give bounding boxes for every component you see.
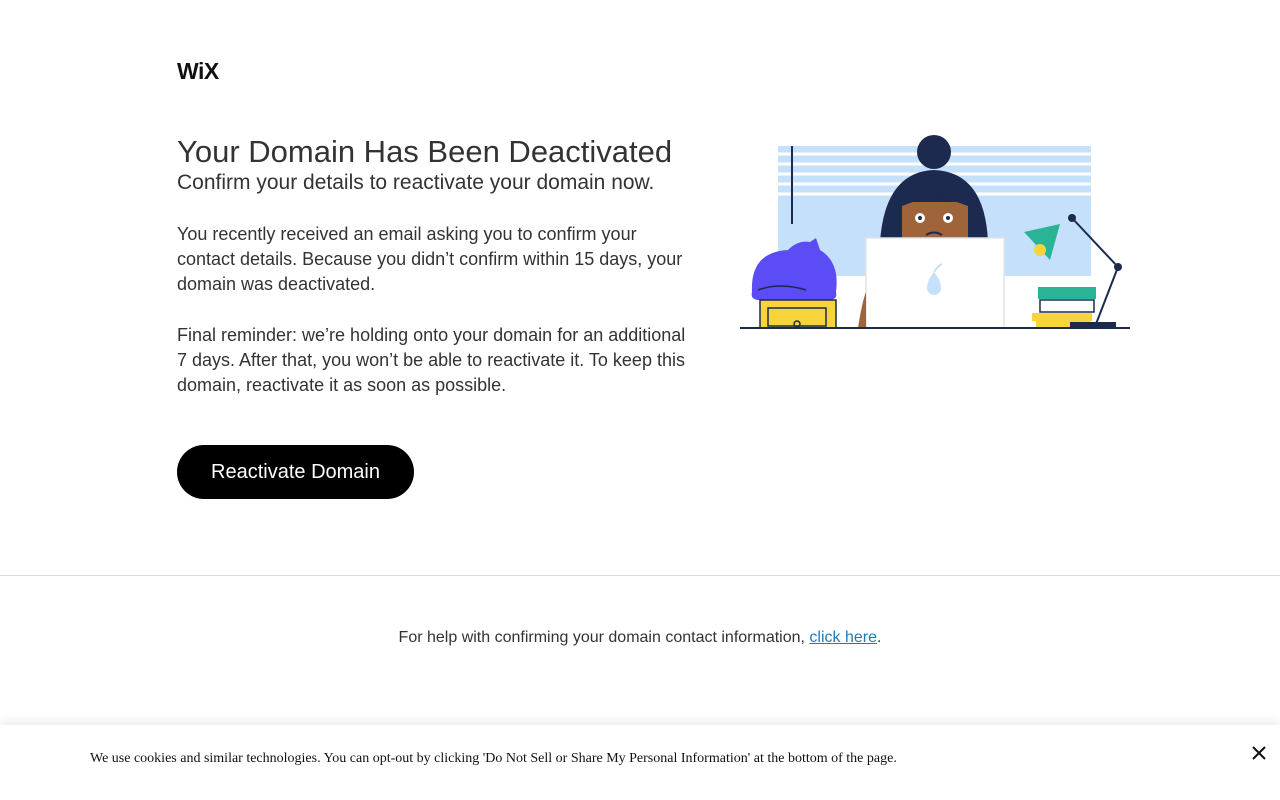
final-reminder: Final reminder: we’re holding onto your … bbox=[177, 325, 686, 395]
cookie-message: We use cookies and similar technologies.… bbox=[90, 751, 897, 766]
deactivation-explanation: You recently received an email asking yo… bbox=[177, 224, 683, 294]
main-content: Your Domain Has Been Deactivated Confirm… bbox=[177, 134, 697, 398]
close-icon[interactable] bbox=[1248, 742, 1270, 764]
help-link[interactable]: click here bbox=[809, 629, 877, 646]
reactivate-domain-button[interactable]: Reactivate Domain bbox=[177, 445, 414, 499]
person-at-laptop-illustration bbox=[740, 135, 1130, 329]
cookie-banner: We use cookies and similar technologies.… bbox=[0, 725, 1280, 800]
wix-logo: WiX bbox=[177, 58, 219, 84]
help-suffix: . bbox=[876, 629, 882, 646]
help-text: For help with confirming your domain con… bbox=[0, 629, 1280, 647]
help-message: For help with confirming your domain con… bbox=[398, 629, 810, 646]
page-subtitle: Confirm your details to reactivate your … bbox=[177, 171, 655, 194]
close-icon-graphic bbox=[1252, 746, 1266, 760]
section-divider bbox=[0, 575, 1280, 576]
page-title: Your Domain Has Been Deactivated bbox=[177, 134, 673, 169]
